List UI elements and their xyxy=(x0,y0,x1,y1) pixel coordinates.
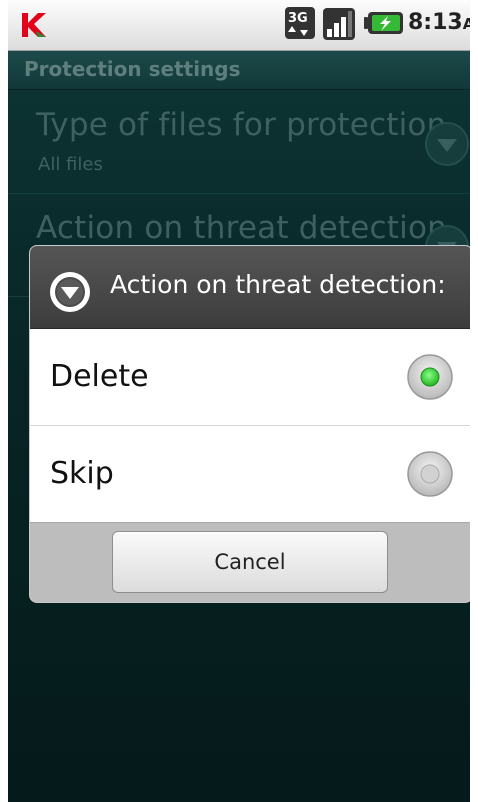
title-bar: Protection settings xyxy=(8,51,470,90)
option-delete[interactable]: Delete xyxy=(30,329,470,426)
signal-strength-icon xyxy=(323,8,355,40)
page-title: Protection settings xyxy=(24,57,241,81)
battery-charging-icon xyxy=(364,12,403,34)
phone-screen: 3G 8:13AM Protection settings Type of fi… xyxy=(8,0,470,802)
threat-action-dialog: Action on threat detection: Delete Skip … xyxy=(30,246,470,602)
setting-title: Type of files for protection xyxy=(36,107,447,143)
radio-selected-icon[interactable] xyxy=(406,353,454,401)
3g-data-icon: 3G xyxy=(285,7,315,39)
setting-file-types[interactable]: Type of files for protection All files xyxy=(8,91,470,194)
clock-ampm: AM xyxy=(462,15,470,33)
dropdown-circle-icon xyxy=(50,272,90,312)
kaspersky-logo-icon xyxy=(22,13,46,37)
radio-unselected-icon[interactable] xyxy=(406,450,454,498)
dialog-footer: Cancel xyxy=(30,522,470,602)
clock-time: 8:13 xyxy=(408,10,463,35)
option-label: Skip xyxy=(50,456,114,491)
setting-value: All files xyxy=(38,154,103,175)
status-clock: 8:13AM xyxy=(408,10,470,35)
dialog-header: Action on threat detection: xyxy=(30,246,470,329)
dialog-title: Action on threat detection: xyxy=(110,270,446,299)
option-label: Delete xyxy=(50,359,149,394)
cancel-button[interactable]: Cancel xyxy=(112,531,388,593)
setting-title: Action on threat detection xyxy=(36,210,447,246)
chevron-down-icon xyxy=(425,122,469,166)
option-skip[interactable]: Skip xyxy=(30,426,470,522)
network-type-text: 3G xyxy=(288,11,308,26)
status-bar: 3G 8:13AM xyxy=(8,0,470,51)
